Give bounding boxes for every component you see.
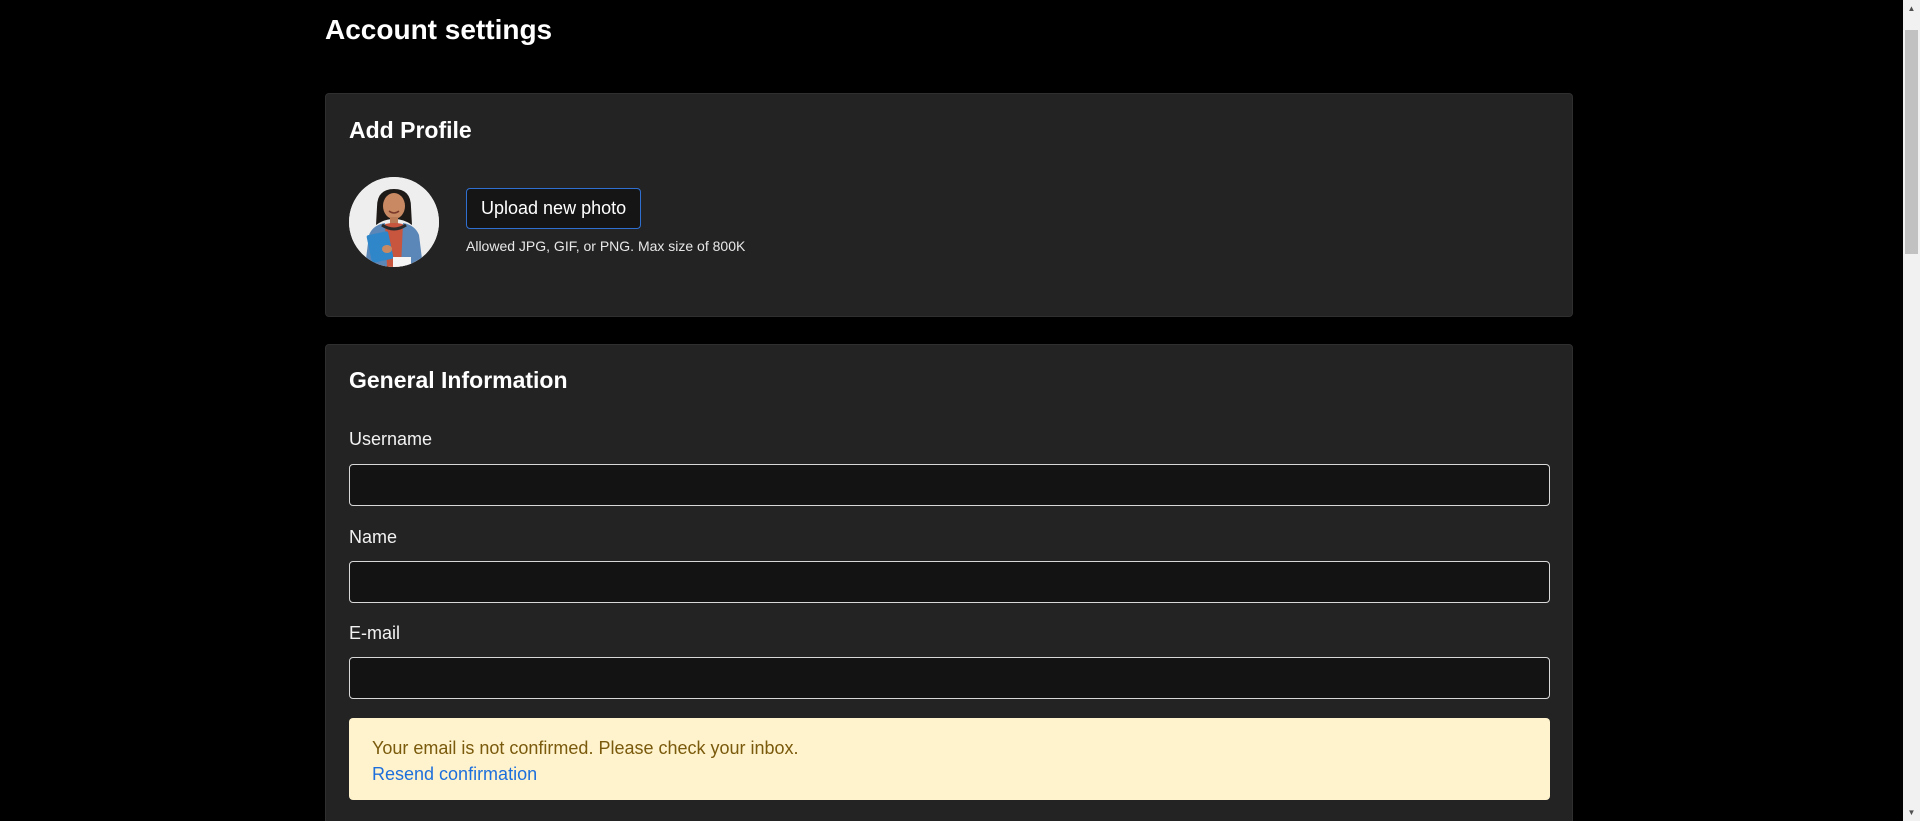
email-input[interactable] <box>349 657 1550 699</box>
profile-card: Add Profile Upload new photo Allowed JPG… <box>325 93 1573 317</box>
profile-card-title: Add Profile <box>349 117 472 143</box>
scroll-down-arrow-icon[interactable]: ▼ <box>1903 804 1920 821</box>
page: Account settings Add Profile Upload new … <box>0 0 1903 821</box>
page-title: Account settings <box>325 14 553 45</box>
scroll-up-arrow-icon[interactable]: ▲ <box>1903 0 1920 17</box>
avatar <box>349 177 439 267</box>
upload-hint: Allowed JPG, GIF, or PNG. Max size of 80… <box>466 238 746 254</box>
alert-message: Your email is not confirmed. Please chec… <box>372 738 799 758</box>
email-unconfirmed-alert: Your email is not confirmed. Please chec… <box>349 718 1550 800</box>
email-label: E-mail <box>349 623 401 643</box>
general-info-card: General Information Username Name E-mail… <box>325 344 1573 821</box>
upload-photo-button[interactable]: Upload new photo <box>466 188 642 229</box>
username-label: Username <box>349 429 433 449</box>
scroll-thumb[interactable] <box>1905 30 1918 254</box>
name-input[interactable] <box>349 561 1550 603</box>
vertical-scrollbar[interactable]: ▲ ▼ <box>1903 0 1920 821</box>
name-label: Name <box>349 527 398 547</box>
general-info-title: General Information <box>349 367 568 393</box>
username-input[interactable] <box>349 464 1550 506</box>
avatar-photo <box>349 177 439 267</box>
resend-confirmation-link[interactable]: Resend confirmation <box>372 761 537 787</box>
